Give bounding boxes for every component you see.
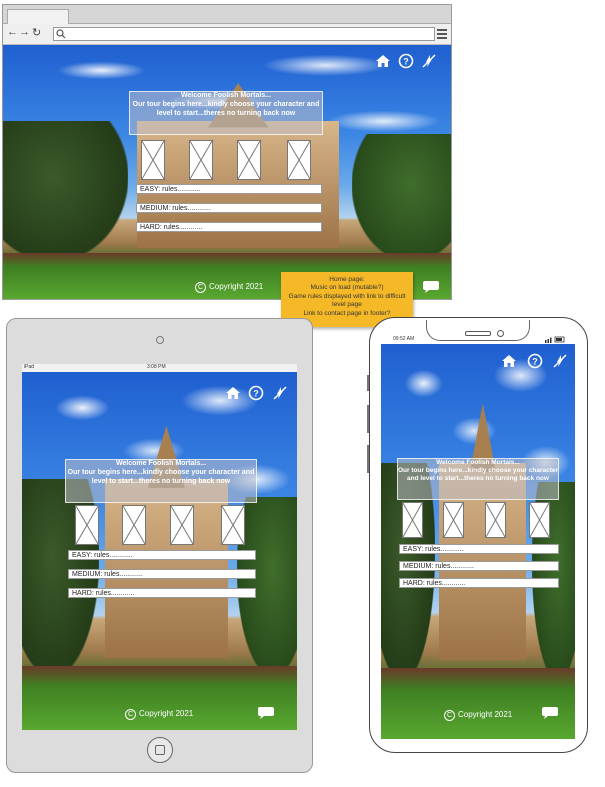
chat-icon[interactable]	[422, 280, 440, 299]
menu-icon[interactable]	[437, 27, 447, 39]
copyright-text: Copyright 2021	[139, 709, 194, 718]
character-3-placeholder[interactable]	[237, 140, 261, 180]
help-icon[interactable]: ?	[248, 385, 264, 401]
tablet-mockup: iPad 3:08 PM ? Welcome Foolish Mortals..…	[6, 318, 313, 773]
hard-rules-link[interactable]: HARD: rules............	[399, 578, 559, 588]
hard-rules-link[interactable]: HARD: rules............	[68, 588, 256, 598]
welcome-box: Welcome Foolish Mortals... Our tour begi…	[65, 459, 257, 503]
character-4-placeholder[interactable]	[221, 505, 245, 545]
character-2-placeholder[interactable]	[443, 502, 464, 538]
hedge	[381, 667, 575, 739]
hero-background: ? Welcome Foolish Mortals... Our tour be…	[3, 45, 451, 299]
copyright-icon: C	[125, 709, 136, 720]
welcome-title: Welcome Foolish Mortals...	[180, 92, 272, 99]
mute-icon[interactable]	[272, 385, 288, 401]
chat-icon[interactable]	[257, 706, 275, 725]
home-icon[interactable]	[501, 353, 517, 369]
hard-rules-link[interactable]: HARD: rules............	[136, 222, 322, 232]
device-label: iPad	[24, 364, 35, 370]
mute-icon[interactable]	[421, 53, 437, 69]
forward-icon[interactable]: →	[19, 26, 30, 38]
character-4-placeholder[interactable]	[529, 502, 550, 538]
character-4-placeholder[interactable]	[287, 140, 311, 180]
character-3-placeholder[interactable]	[485, 502, 506, 538]
camera-icon	[156, 336, 164, 344]
medium-rules-link[interactable]: MEDIUM: rules............	[136, 203, 322, 213]
copyright-icon: C	[444, 710, 455, 721]
copyright-icon: C	[195, 282, 206, 293]
medium-rules-link[interactable]: MEDIUM: rules............	[68, 569, 256, 579]
mute-icon[interactable]	[552, 353, 568, 369]
character-1-placeholder[interactable]	[141, 140, 165, 180]
status-time: 09:52 AM	[393, 336, 415, 342]
welcome-text: Our tour begins here...kindly choose you…	[132, 100, 320, 117]
medium-rules-link[interactable]: MEDIUM: rules............	[399, 561, 559, 571]
character-2-placeholder[interactable]	[122, 505, 146, 545]
tree-right	[236, 497, 297, 677]
phone-status-bar: 09:52 AM	[381, 336, 575, 344]
help-icon[interactable]: ?	[398, 53, 414, 69]
character-1-placeholder[interactable]	[75, 505, 99, 545]
browser-toolbar: ← → ↻	[3, 24, 451, 45]
copyright-footer: C Copyright 2021	[195, 282, 263, 293]
search-icon	[56, 29, 66, 39]
copyright-footer: C Copyright 2021	[125, 709, 193, 720]
tree-right	[352, 133, 451, 261]
note-line: Game rules displayed with link to diffic…	[288, 292, 406, 309]
help-icon[interactable]: ?	[527, 353, 543, 369]
welcome-title: Welcome Foolish Mortals...	[115, 460, 207, 467]
copyright-text: Copyright 2021	[458, 710, 513, 719]
chat-icon[interactable]	[541, 706, 559, 725]
tree-left	[3, 121, 129, 261]
tablet-home-button[interactable]	[147, 737, 173, 763]
address-bar[interactable]	[53, 27, 435, 41]
svg-text:?: ?	[253, 389, 259, 399]
browser-tab-strip	[3, 5, 451, 24]
easy-rules-link[interactable]: EASY: rules............	[68, 550, 256, 560]
copyright-text: Copyright 2021	[209, 282, 264, 291]
copyright-footer: C Copyright 2021	[444, 710, 512, 721]
easy-rules-link[interactable]: EASY: rules............	[136, 184, 322, 194]
tablet-status-bar: iPad 3:08 PM	[22, 364, 297, 372]
welcome-text: Our tour begins here...kindly choose you…	[67, 468, 255, 485]
svg-text:?: ?	[532, 357, 538, 367]
status-time: 3:08 PM	[147, 364, 166, 370]
note-line: Music on load (mutable?)	[310, 284, 384, 292]
home-icon[interactable]	[225, 385, 241, 401]
browser-tab[interactable]	[7, 9, 69, 24]
hero-background: ? Welcome Foolish Mortals... Our tour be…	[22, 372, 297, 730]
phone-mockup: 09:52 AM ? Welcome Foolish Mortals... Ou…	[369, 317, 588, 753]
reload-icon[interactable]: ↻	[32, 26, 41, 39]
battery-icon	[545, 336, 565, 343]
svg-text:?: ?	[403, 57, 409, 67]
welcome-box: Welcome Foolish Mortals... Our tour begi…	[129, 91, 323, 135]
character-2-placeholder[interactable]	[189, 140, 213, 180]
desktop-browser-mockup: ← → ↻ ? Welcome Foolish Mortals... Our t…	[2, 4, 452, 300]
hero-background: ? Welcome Foolish Mortals... Our tour be…	[381, 344, 575, 739]
hedge	[22, 665, 297, 730]
back-icon[interactable]: ←	[7, 26, 18, 38]
welcome-text: Our tour begins here...kindly choose you…	[398, 467, 559, 483]
home-icon[interactable]	[375, 53, 391, 69]
welcome-title: Welcome Foolish Mortals...	[436, 459, 520, 466]
easy-rules-link[interactable]: EASY: rules............	[399, 544, 559, 554]
welcome-box: Welcome Foolish Mortals... Our tour begi…	[397, 458, 559, 500]
character-1-placeholder[interactable]	[402, 502, 423, 538]
character-3-placeholder[interactable]	[170, 505, 194, 545]
note-line: Home page:	[329, 276, 365, 283]
